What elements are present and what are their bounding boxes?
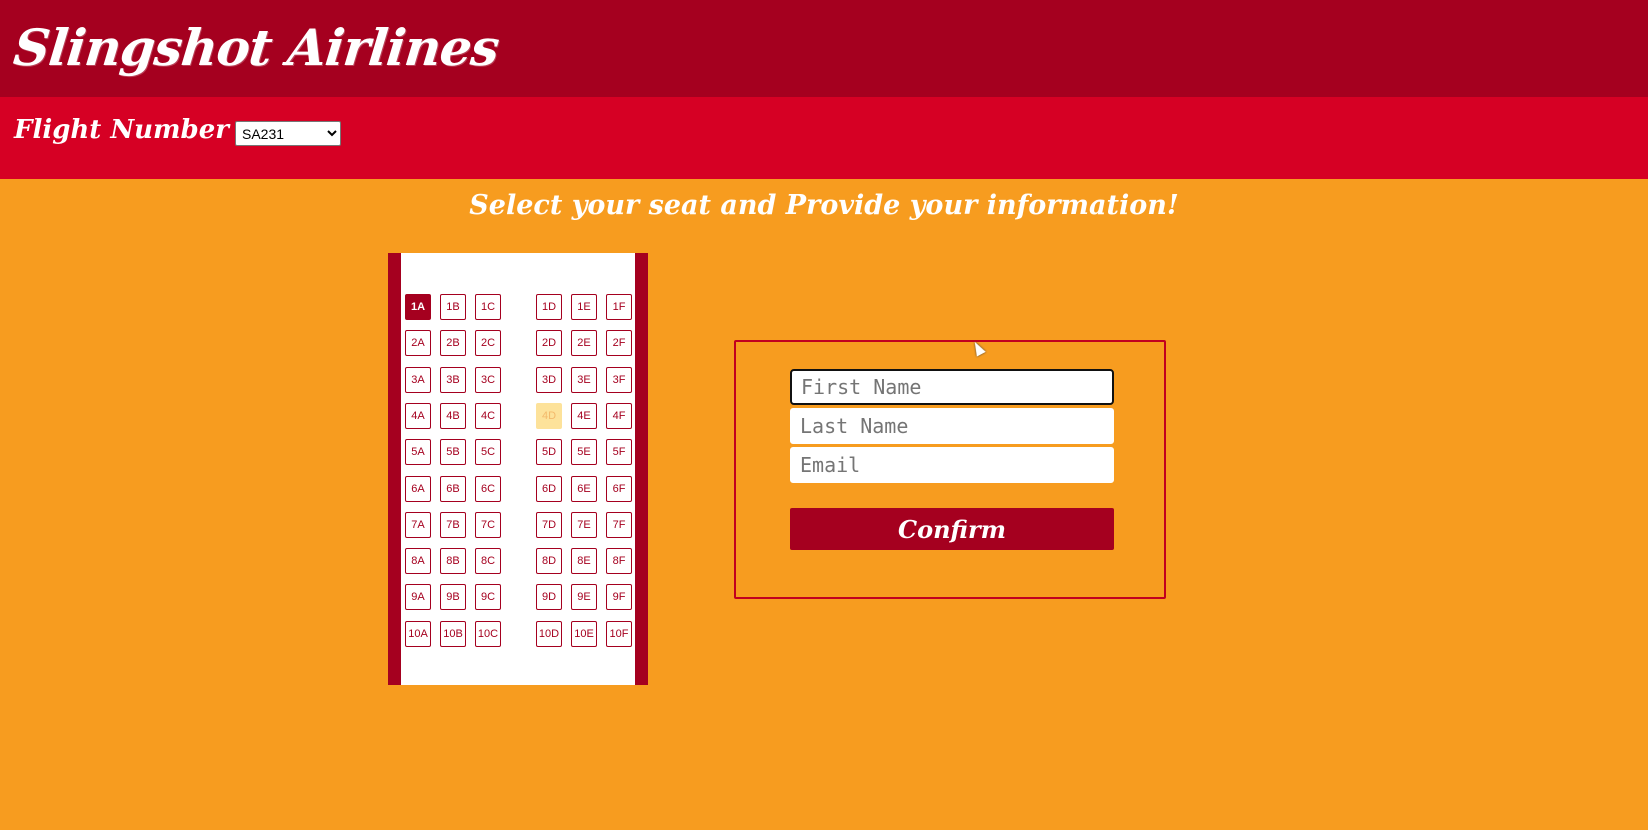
seat-9b[interactable]: 9B bbox=[440, 584, 466, 611]
seat-3c[interactable]: 3C bbox=[475, 366, 501, 393]
seat-4a[interactable]: 4A bbox=[405, 402, 431, 429]
seat-6b[interactable]: 6B bbox=[440, 475, 466, 502]
seat-8e[interactable]: 8E bbox=[571, 548, 597, 575]
seat-2b[interactable]: 2B bbox=[440, 330, 466, 357]
flight-number-select[interactable]: SA231 bbox=[235, 121, 341, 146]
seat-7e[interactable]: 7E bbox=[571, 511, 597, 538]
seat-9a[interactable]: 9A bbox=[405, 584, 431, 611]
seat-5e[interactable]: 5E bbox=[571, 439, 597, 466]
seat-7d[interactable]: 7D bbox=[536, 511, 562, 538]
seat-4f[interactable]: 4F bbox=[606, 402, 632, 429]
flight-number-label: Flight Number bbox=[14, 115, 229, 145]
seat-10f[interactable]: 10F bbox=[606, 620, 632, 647]
passenger-form: Confirm bbox=[734, 340, 1166, 599]
seat-7b[interactable]: 7B bbox=[440, 511, 466, 538]
seat-7f[interactable]: 7F bbox=[606, 511, 632, 538]
seat-5f[interactable]: 5F bbox=[606, 439, 632, 466]
seat-4d[interactable]: 4D bbox=[536, 402, 562, 429]
seat-2f[interactable]: 2F bbox=[606, 330, 632, 357]
seat-4b[interactable]: 4B bbox=[440, 402, 466, 429]
seat-3a[interactable]: 3A bbox=[405, 366, 431, 393]
seat-7c[interactable]: 7C bbox=[475, 511, 501, 538]
seat-3e[interactable]: 3E bbox=[571, 366, 597, 393]
seat-2d[interactable]: 2D bbox=[536, 330, 562, 357]
seat-8c[interactable]: 8C bbox=[475, 548, 501, 575]
seat-6f[interactable]: 6F bbox=[606, 475, 632, 502]
email-input[interactable] bbox=[790, 447, 1114, 483]
seat-map: 1A 1B 1C 1D 1E 1F 2A 2B 2C 2D 2E 2F 3A 3B 3C 3D 3E 3F 4A 4B… bbox=[388, 253, 648, 685]
first-name-input[interactable] bbox=[790, 369, 1114, 405]
seat-8d[interactable]: 8D bbox=[536, 548, 562, 575]
seat-9d[interactable]: 9D bbox=[536, 584, 562, 611]
last-name-input[interactable] bbox=[790, 408, 1114, 444]
seat-2c[interactable]: 2C bbox=[475, 330, 501, 357]
seat-1d[interactable]: 1D bbox=[536, 294, 562, 320]
seat-5a[interactable]: 5A bbox=[405, 439, 431, 466]
seat-1c[interactable]: 1C bbox=[475, 294, 501, 320]
seat-5c[interactable]: 5C bbox=[475, 439, 501, 466]
seat-9e[interactable]: 9E bbox=[571, 584, 597, 611]
seat-10a[interactable]: 10A bbox=[405, 620, 431, 647]
seat-2a[interactable]: 2A bbox=[405, 330, 431, 357]
seat-7a[interactable]: 7A bbox=[405, 511, 431, 538]
seat-2e[interactable]: 2E bbox=[571, 330, 597, 357]
seat-9c[interactable]: 9C bbox=[475, 584, 501, 611]
seat-8a[interactable]: 8A bbox=[405, 548, 431, 575]
seat-1a[interactable]: 1A bbox=[405, 294, 431, 320]
seat-6a[interactable]: 6A bbox=[405, 475, 431, 502]
seat-9f[interactable]: 9F bbox=[606, 584, 632, 611]
seat-8b[interactable]: 8B bbox=[440, 548, 466, 575]
seat-5d[interactable]: 5D bbox=[536, 439, 562, 466]
seat-4e[interactable]: 4E bbox=[571, 402, 597, 429]
seat-6e[interactable]: 6E bbox=[571, 475, 597, 502]
top-header: Slingshot Airlines bbox=[0, 0, 1648, 97]
seat-10b[interactable]: 10B bbox=[440, 620, 466, 647]
seat-4c[interactable]: 4C bbox=[475, 402, 501, 429]
flight-bar: Flight Number SA231 bbox=[0, 97, 1648, 179]
seat-1e[interactable]: 1E bbox=[571, 294, 597, 320]
seat-6d[interactable]: 6D bbox=[536, 475, 562, 502]
seat-6c[interactable]: 6C bbox=[475, 475, 501, 502]
seat-3b[interactable]: 3B bbox=[440, 366, 466, 393]
seat-3f[interactable]: 3F bbox=[606, 366, 632, 393]
seat-8f[interactable]: 8F bbox=[606, 548, 632, 575]
seat-10d[interactable]: 10D bbox=[536, 620, 562, 647]
confirm-button[interactable]: Confirm bbox=[790, 508, 1114, 550]
page-heading: Select your seat and Provide your inform… bbox=[469, 190, 1179, 221]
seat-3d[interactable]: 3D bbox=[536, 366, 562, 393]
seat-1b[interactable]: 1B bbox=[440, 294, 466, 320]
seat-5b[interactable]: 5B bbox=[440, 439, 466, 466]
seat-10c[interactable]: 10C bbox=[475, 620, 501, 647]
seat-1f[interactable]: 1F bbox=[606, 294, 632, 320]
seat-10e[interactable]: 10E bbox=[571, 620, 597, 647]
brand-logo-text: Slingshot Airlines bbox=[10, 18, 502, 77]
